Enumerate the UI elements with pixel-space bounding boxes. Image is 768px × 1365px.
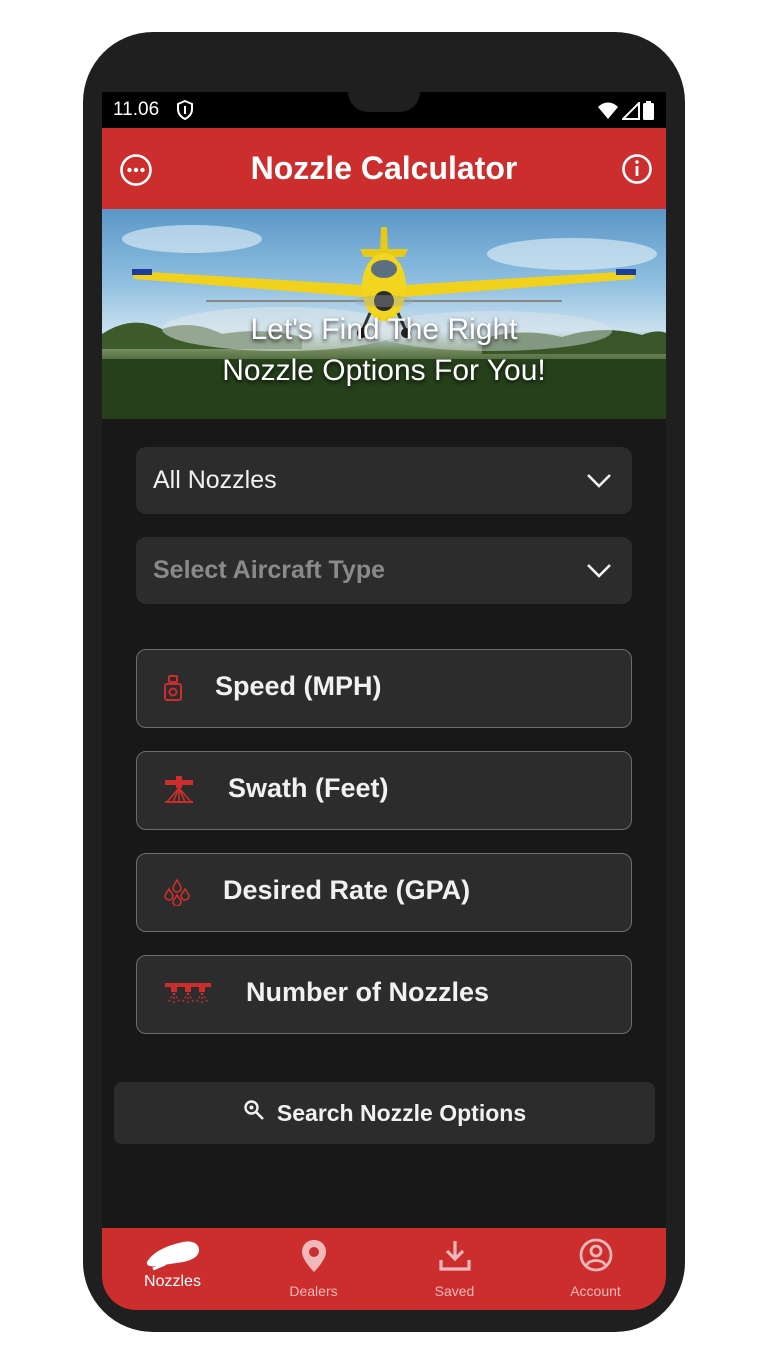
nav-item-dealers[interactable]: Dealers (243, 1228, 384, 1310)
page-title: Nozzle Calculator (250, 150, 518, 186)
desired-rate-field[interactable]: Desired Rate (GPA) (136, 853, 632, 932)
droplets-icon (163, 878, 191, 911)
speed-label: Speed (MPH) (215, 671, 382, 701)
aircraft-type-placeholder: Select Aircraft Type (153, 556, 386, 584)
bottom-navigation: Nozzles Dealers Saved Account (102, 1228, 666, 1310)
nozzle-type-select[interactable]: All Nozzles (136, 447, 632, 514)
nozzle-icon (146, 1241, 199, 1271)
wifi-icon (597, 102, 619, 125)
nav-item-saved[interactable]: Saved (384, 1228, 525, 1310)
number-of-nozzles-label: Number of Nozzles (246, 977, 490, 1007)
search-icon (243, 1099, 265, 1127)
cellular-signal-icon (620, 100, 640, 125)
account-circle-icon (579, 1238, 612, 1272)
swath-field[interactable]: Swath (Feet) (136, 751, 632, 830)
hero-banner: Let's Find The Right Nozzle Options For … (102, 209, 666, 419)
camera-notch (348, 92, 420, 112)
hero-line-2: Nozzle Options For You! (222, 354, 546, 387)
map-pin-icon (301, 1240, 326, 1272)
status-time: 11.06 (113, 99, 160, 120)
search-button-label: Search Nozzle Options (276, 1099, 527, 1126)
nav-label-nozzles: Nozzles (144, 1273, 201, 1290)
nav-label-dealers: Dealers (289, 1283, 338, 1299)
status-bar: 11.06 (102, 92, 666, 128)
battery-icon (643, 101, 654, 125)
number-of-nozzles-field[interactable]: Number of Nozzles (136, 955, 632, 1034)
nav-item-account[interactable]: Account (525, 1228, 666, 1310)
nav-label-account: Account (570, 1283, 621, 1299)
speed-field[interactable]: Speed (MPH) (136, 649, 632, 728)
shield-icon (176, 99, 194, 125)
nozzle-boom-icon (163, 980, 213, 1013)
speedometer-icon (163, 674, 183, 707)
hero-line-1: Let's Find The Right (250, 313, 518, 346)
swath-label: Swath (Feet) (228, 773, 389, 803)
app-header: Nozzle Calculator (102, 128, 666, 209)
nozzle-type-value: All Nozzles (153, 466, 277, 494)
download-icon (438, 1241, 471, 1271)
search-nozzle-options-button[interactable]: Search Nozzle Options (114, 1082, 655, 1144)
aircraft-type-select[interactable]: Select Aircraft Type (136, 537, 632, 604)
status-icons (597, 100, 654, 125)
desired-rate-label: Desired Rate (GPA) (223, 875, 471, 905)
nav-label-saved: Saved (434, 1283, 475, 1299)
info-icon[interactable] (621, 153, 653, 190)
chevron-down-icon (586, 469, 612, 496)
chevron-down-icon (586, 559, 612, 586)
nav-item-nozzles[interactable]: Nozzles (102, 1228, 243, 1310)
search-button-content: Search Nozzle Options (114, 1099, 655, 1127)
swath-boom-icon (163, 776, 195, 809)
app-screen: 11.06 Nozzle Calculator Let's Find The R… (102, 92, 666, 1310)
